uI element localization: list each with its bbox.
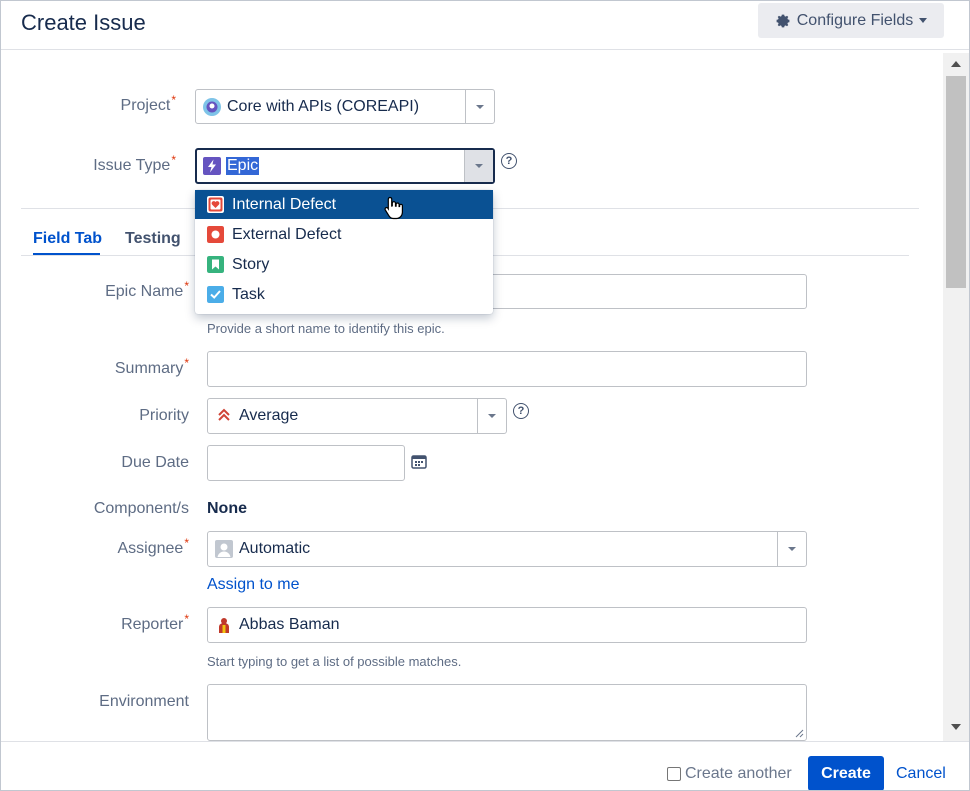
project-dropdown-arrow[interactable] [465,90,494,123]
dialog-header: Create Issue Configure Fields [1,1,969,50]
chevron-down-icon [919,18,928,23]
project-label: Project* [120,93,176,114]
reporter-input[interactable]: Abbas Baman [207,607,807,643]
project-avatar-icon [203,98,221,116]
components-value: None [207,500,247,517]
assignee-select[interactable]: Automatic [207,531,807,567]
hand-cursor-icon [384,196,403,220]
avatar-icon [215,540,233,558]
reporter-label: Reporter* [121,612,189,633]
tab-testing[interactable]: Testing [125,230,181,248]
summary-input[interactable] [207,351,807,387]
internal-defect-icon [207,196,224,213]
dropdown-item-task[interactable]: Task [195,280,493,309]
assignee-dropdown-arrow[interactable] [777,532,806,566]
assignee-value: Automatic [239,540,311,557]
priority-high-icon [218,408,230,421]
assign-to-me-link[interactable]: Assign to me [207,576,299,594]
issue-type-dropdown-menu: Internal Defect External Defect Story Ta… [195,190,493,314]
reporter-value: Abbas Baman [239,616,340,633]
calendar-icon[interactable] [411,453,427,469]
environment-textarea[interactable] [207,684,807,741]
dropdown-item-label: Internal Defect [232,196,337,213]
summary-label: Summary* [114,356,189,377]
tab-field-tab[interactable]: Field Tab [33,230,102,248]
configure-fields-label: Configure Fields [796,11,914,29]
story-icon [207,256,224,273]
project-value: Core with APIs (COREAPI) [227,98,420,115]
reporter-avatar-icon [219,618,229,633]
create-another-checkbox[interactable] [667,767,681,781]
issue-type-input[interactable]: Epic [226,157,260,175]
issue-type-label: Issue Type* [93,153,176,174]
scroll-up-icon[interactable] [951,61,961,67]
epic-icon [203,157,221,175]
dialog-footer: Create another Create Cancel [1,741,969,790]
gear-icon [776,14,790,27]
project-select[interactable]: Core with APIs (COREAPI) [195,89,495,124]
chevron-down-icon [475,164,483,168]
reporter-hint: Start typing to get a list of possible m… [207,654,462,669]
issue-type-help-icon[interactable]: ? [501,153,517,169]
chevron-down-icon [476,104,484,109]
environment-label: Environment [99,693,189,710]
priority-help-icon[interactable]: ? [513,403,529,419]
dropdown-item-external-defect[interactable]: External Defect [195,220,493,249]
dropdown-item-label: External Defect [232,226,342,243]
chevron-down-icon [488,414,496,418]
resize-handle-icon[interactable] [794,728,804,738]
scroll-down-icon[interactable] [951,724,961,730]
scrollbar-thumb[interactable] [946,76,966,288]
dialog-title: Create Issue [21,10,146,35]
priority-value: Average [239,407,299,424]
create-issue-dialog: Create Issue Configure Fields Project* C… [0,0,970,791]
due-date-label: Due Date [121,454,189,471]
due-date-input[interactable] [207,445,405,481]
issue-type-dropdown-arrow[interactable] [464,150,493,182]
dropdown-item-story[interactable]: Story [195,250,493,279]
create-button[interactable]: Create [808,756,884,790]
components-label: Component/s [93,500,189,517]
dropdown-item-internal-defect[interactable]: Internal Defect [195,190,493,219]
dropdown-item-label: Task [232,286,265,303]
epic-name-hint: Provide a short name to identify this ep… [207,321,445,336]
cancel-link[interactable]: Cancel [896,765,946,783]
scrollbar[interactable] [943,53,969,741]
priority-dropdown-arrow[interactable] [477,399,506,433]
priority-label: Priority [139,407,189,424]
create-another-label: Create another [685,765,792,782]
configure-fields-button[interactable]: Configure Fields [758,3,944,38]
dropdown-item-label: Story [232,256,270,273]
create-another-toggle[interactable]: Create another [667,765,792,783]
chevron-down-icon [788,547,796,551]
external-defect-icon [207,226,224,243]
assignee-label: Assignee* [117,536,190,557]
epic-name-label: Epic Name* [105,279,189,300]
priority-select[interactable]: Average [207,398,507,434]
task-icon [207,286,224,303]
issue-type-select[interactable]: Epic [195,148,495,184]
